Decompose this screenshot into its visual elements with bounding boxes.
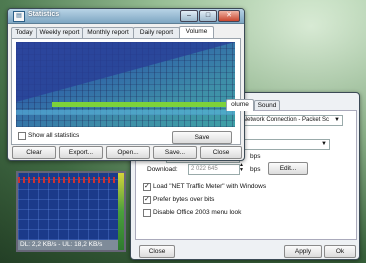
open-label: Open...: [117, 149, 139, 156]
tab-label: Monthly report: [87, 29, 129, 36]
options-tab-strip: olume Sound: [226, 98, 356, 111]
tab-daily-report[interactable]: Daily report: [133, 27, 180, 38]
mini-graph-readout-text: DL: 2,2 KB/s - UL: 18,2 KB/s: [20, 241, 103, 248]
graph-app-icon: ▤: [13, 11, 25, 22]
graph-save-button[interactable]: Save: [172, 131, 232, 144]
export-button[interactable]: Export...: [59, 146, 103, 159]
edit-button[interactable]: Edit...: [268, 162, 308, 175]
tab-label: Today: [15, 29, 33, 36]
export-label: Export...: [68, 149, 94, 156]
volume-graph-highlight-band: [52, 102, 235, 107]
clear-button[interactable]: Clear: [12, 146, 56, 159]
download-speed-value: 2 022 645: [191, 166, 218, 172]
save-dots-label: Save...: [164, 149, 186, 156]
statistics-window: ▤ Statistics – □ ✕ Today Weekly report M…: [7, 8, 245, 161]
adapter-select[interactable]: PM Network Connection - Packet Sc ▼: [229, 115, 343, 126]
statistics-tab-body: Show all statistics Save: [11, 38, 241, 145]
minimize-icon[interactable]: –: [180, 10, 198, 22]
tab-label: Sound: [257, 102, 277, 109]
chevron-down-icon: ▼: [334, 117, 340, 123]
adapter-select-value: PM Network Connection - Packet Sc: [232, 117, 330, 123]
apply-button[interactable]: Apply: [284, 245, 322, 258]
tab-monthly-report[interactable]: Monthly report: [82, 27, 134, 38]
bps-unit-label: bps: [250, 153, 261, 160]
statistics-titlebar[interactable]: ▤ Statistics – □ ✕: [8, 9, 244, 24]
volume-graph-shade: [16, 42, 235, 102]
chevron-down-icon: ▼: [321, 141, 327, 147]
clear-label: Clear: [26, 149, 42, 156]
mini-graph-widget[interactable]: DL: 2,2 KB/s - UL: 18,2 KB/s: [16, 171, 126, 252]
show-all-statistics-checkbox[interactable]: [18, 132, 26, 140]
ok-button[interactable]: Ok: [324, 245, 356, 258]
save-dots-button[interactable]: Save...: [153, 146, 197, 159]
options-close-label: Close: [148, 248, 166, 255]
mini-graph-grid: [18, 173, 124, 250]
download-spin-icon[interactable]: ▲ ▼: [239, 163, 244, 173]
close-button[interactable]: Close: [200, 146, 242, 159]
tab-label: Daily report: [139, 29, 174, 36]
graph-save-label: Save: [194, 134, 210, 141]
tab-volume-options[interactable]: olume: [226, 99, 254, 111]
window-title: Statistics: [28, 11, 60, 18]
close-label: Close: [212, 149, 230, 156]
tab-label: Weekly report: [39, 29, 80, 36]
edit-button-label: Edit...: [279, 165, 297, 172]
ok-label: Ok: [335, 248, 345, 255]
caption-buttons: – □ ✕: [179, 10, 240, 22]
download-speed-field[interactable]: 2 022 645: [188, 164, 240, 175]
tab-label: Volume: [185, 28, 208, 35]
mini-graph-level-bar: [118, 173, 124, 250]
statistics-tab-strip: Today Weekly report Monthly report Daily…: [11, 26, 241, 38]
maximize-icon[interactable]: □: [199, 10, 217, 22]
prefer-bytes-checkbox[interactable]: [143, 195, 151, 204]
volume-graph: [16, 42, 235, 127]
options-close-button[interactable]: Close: [139, 245, 175, 258]
load-with-windows-checkbox[interactable]: [143, 182, 151, 191]
mini-graph-readout: DL: 2,2 KB/s - UL: 18,2 KB/s: [18, 240, 118, 250]
open-button[interactable]: Open...: [106, 146, 150, 159]
bps-unit-label-2: bps: [250, 166, 261, 173]
show-all-statistics-label: Show all statistics: [28, 132, 80, 139]
apply-label: Apply: [294, 248, 312, 255]
close-icon[interactable]: ✕: [218, 10, 240, 22]
tab-label: olume: [231, 101, 249, 108]
tab-volume[interactable]: Volume: [179, 26, 214, 38]
tab-today[interactable]: Today: [11, 27, 37, 38]
disable-office-checkbox[interactable]: [143, 209, 151, 217]
load-with-windows-label: Load "NET Traffic Meter" with Windows: [153, 183, 267, 190]
download-label: Download:: [147, 166, 178, 173]
prefer-bytes-label: Prefer bytes over bits: [153, 196, 215, 203]
mini-graph-upload-bars: [18, 177, 116, 183]
disable-office-label: Disable Office 2003 menu look: [153, 209, 242, 216]
volume-graph-bottom-band: [16, 110, 235, 115]
tab-weekly-report[interactable]: Weekly report: [36, 27, 83, 38]
